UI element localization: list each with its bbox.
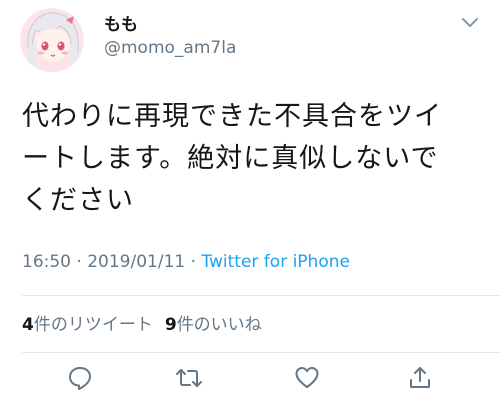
retweet-stat[interactable]: 4件のリツイート bbox=[22, 313, 153, 337]
tweet-meta: 16:50 · 2019/01/11 · Twitter for iPhone bbox=[22, 250, 350, 274]
meta-separator: · bbox=[71, 252, 88, 272]
tweet-source-link[interactable]: Twitter for iPhone bbox=[201, 252, 350, 272]
tweet-date: 2019/01/11 bbox=[87, 252, 186, 272]
tweet-stats: 4件のリツイート 9件のいいね bbox=[22, 313, 262, 337]
heart-icon bbox=[294, 365, 320, 395]
retweet-count: 4 bbox=[22, 315, 34, 335]
chevron-down-icon[interactable] bbox=[460, 15, 480, 31]
share-button[interactable] bbox=[404, 364, 436, 396]
tweet-text-line: ください bbox=[22, 185, 134, 216]
user-handle[interactable]: @momo_am7la bbox=[104, 36, 236, 60]
share-icon bbox=[407, 365, 433, 395]
meta-separator: · bbox=[185, 252, 202, 272]
retweet-label: 件のリツイート bbox=[33, 315, 153, 335]
tweet-text-line: ートします。絶対に真似しないで bbox=[22, 143, 439, 174]
like-button[interactable] bbox=[291, 364, 323, 396]
avatar[interactable] bbox=[20, 8, 84, 72]
divider bbox=[22, 295, 500, 296]
like-count: 9 bbox=[164, 315, 177, 335]
like-stat[interactable]: 9件のいいね bbox=[165, 313, 262, 337]
tweet-time: 16:50 bbox=[22, 252, 71, 272]
divider bbox=[22, 352, 500, 353]
reply-icon bbox=[67, 365, 93, 395]
tweet-text-line: 代わりに再現できた不具合をツイ bbox=[22, 101, 442, 132]
display-name[interactable]: もも bbox=[104, 14, 138, 36]
reply-button[interactable] bbox=[64, 364, 96, 396]
retweet-icon bbox=[175, 365, 203, 395]
retweet-button[interactable] bbox=[173, 364, 205, 396]
tweet-text: 代わりに再現できた不具合をツイ ートします。絶対に真似しないで ください bbox=[22, 96, 482, 222]
like-label: 件のいいね bbox=[176, 315, 262, 335]
